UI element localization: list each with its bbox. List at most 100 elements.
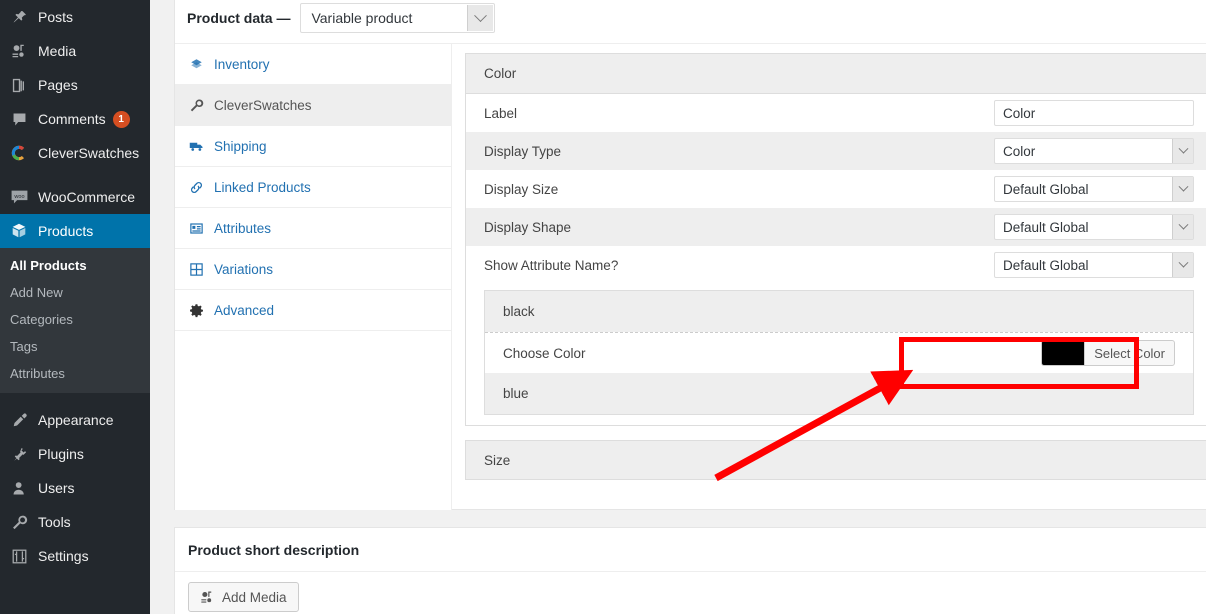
add-media-button[interactable]: Add Media [188,582,299,612]
product-data-header: Product data — Variable product [175,0,1206,44]
short-description-panel: Product short description Add Media [174,527,1206,614]
sidebar-item-label: Media [38,43,77,59]
field-label: Display Shape [484,219,572,235]
cleverswatches-icon [9,143,29,163]
media-icon [9,41,29,61]
appearance-icon [9,410,29,430]
sidebar-item-label: Plugins [38,446,84,462]
products-icon [9,221,29,241]
sidebar-item-cleverswatches[interactable]: CleverSwatches [0,136,150,170]
sidebar-item-label: Appearance [38,412,114,428]
field-row-display-shape: Display Shape Default Global [466,208,1206,246]
attribute-group-size[interactable]: Size [465,440,1206,480]
products-submenu: All Products Add New Categories Tags Att… [0,248,150,393]
submenu-item-add-new[interactable]: Add New [0,279,150,306]
tab-label: Advanced [214,302,275,318]
sidebar-item-label: Pages [38,77,78,93]
sidebar-item-label: Posts [38,9,74,25]
tab-inventory[interactable]: Inventory [175,44,451,85]
tab-cleverswatches[interactable]: CleverSwatches [175,85,451,126]
show-attribute-name-select[interactable]: Default Global [994,252,1194,278]
submenu-item-all-products[interactable]: All Products [0,252,150,279]
annotation-highlight-box [899,337,1139,389]
term-row-black[interactable]: black [485,291,1193,332]
chevron-down-icon [1172,177,1193,201]
menu-separator [0,393,150,403]
term-name: black [503,304,535,319]
sidebar-item-pages[interactable]: Pages [0,68,150,102]
sidebar-item-woocommerce[interactable]: woo WooCommerce [0,180,150,214]
label-input[interactable]: Color [994,100,1194,126]
woocommerce-icon: woo [9,187,29,207]
admin-sidebar: Posts Media Pages Comments 1 CleverSwatc… [0,0,158,614]
field-label: Show Attribute Name? [484,257,619,273]
sidebar-item-label: Products [38,223,94,239]
tab-label: Variations [214,261,274,277]
media-icon [200,590,215,605]
label-input-value: Color [1003,105,1036,121]
main-content: Product data — Variable product Inventor… [150,0,1206,614]
truck-icon [188,138,205,155]
tools-icon [9,512,29,532]
sidebar-item-label: WooCommerce [38,189,135,205]
comments-icon [9,109,29,129]
display-type-value: Color [1003,143,1036,159]
wrench-icon [188,97,205,114]
sidebar-item-plugins[interactable]: Plugins [0,437,150,471]
pages-icon [9,75,29,95]
plugins-icon [9,444,29,464]
display-size-value: Default Global [1003,181,1089,197]
screen: Posts Media Pages Comments 1 CleverSwatc… [0,0,1206,614]
field-label: Display Type [484,143,562,159]
tab-variations[interactable]: Variations [175,249,451,290]
submenu-item-categories[interactable]: Categories [0,306,150,333]
comments-count-badge: 1 [112,110,130,128]
sidebar-item-products[interactable]: Products [0,214,158,248]
attributes-icon [188,220,205,237]
sidebar-item-label: Settings [38,548,89,564]
sidebar-item-label: Comments [38,111,106,127]
display-type-select[interactable]: Color [994,138,1194,164]
gear-icon [188,302,205,319]
svg-text:woo: woo [13,194,24,200]
tab-linked-products[interactable]: Linked Products [175,167,451,208]
tab-attributes[interactable]: Attributes [175,208,451,249]
sidebar-item-comments[interactable]: Comments 1 [0,102,150,136]
submenu-item-attributes[interactable]: Attributes [0,360,150,387]
add-media-label: Add Media [222,589,287,605]
sidebar-item-label: CleverSwatches [38,145,140,161]
attribute-group-title: Size [484,452,511,468]
sidebar-item-media[interactable]: Media [0,34,150,68]
product-type-select[interactable]: Variable product [300,3,496,33]
product-data-body: Inventory CleverSwatches Shipping Linked… [175,44,1206,510]
short-description-body: Add Media [175,572,1206,612]
sidebar-item-appearance[interactable]: Appearance [0,403,150,437]
pin-icon [9,7,29,27]
tab-shipping[interactable]: Shipping [175,126,451,167]
cleverswatches-panel: Color Label Color Display Type Color Dis… [452,44,1206,510]
grid-icon [188,261,205,278]
link-icon [188,179,205,196]
tab-label: Linked Products [214,179,311,195]
display-shape-select[interactable]: Default Global [994,214,1194,240]
chevron-down-icon [467,5,494,31]
page-title: Product data — [187,10,291,26]
tab-advanced[interactable]: Advanced [175,290,451,331]
sidebar-item-users[interactable]: Users [0,471,150,505]
tab-label: Attributes [214,220,272,236]
short-description-title: Product short description [175,528,1206,572]
attribute-group-title: Color [466,54,1206,94]
tab-label: Shipping [214,138,267,154]
product-data-tabs: Inventory CleverSwatches Shipping Linked… [175,44,452,510]
field-label: Label [484,105,518,121]
users-icon [9,478,29,498]
sidebar-item-settings[interactable]: Settings [0,539,150,573]
field-row-show-attribute-name: Show Attribute Name? Default Global [466,246,1206,284]
sidebar-item-tools[interactable]: Tools [0,505,150,539]
field-label: Display Size [484,181,559,197]
sidebar-item-posts[interactable]: Posts [0,0,150,34]
tab-label: Inventory [214,56,270,72]
settings-icon [9,546,29,566]
display-size-select[interactable]: Default Global [994,176,1194,202]
submenu-item-tags[interactable]: Tags [0,333,150,360]
